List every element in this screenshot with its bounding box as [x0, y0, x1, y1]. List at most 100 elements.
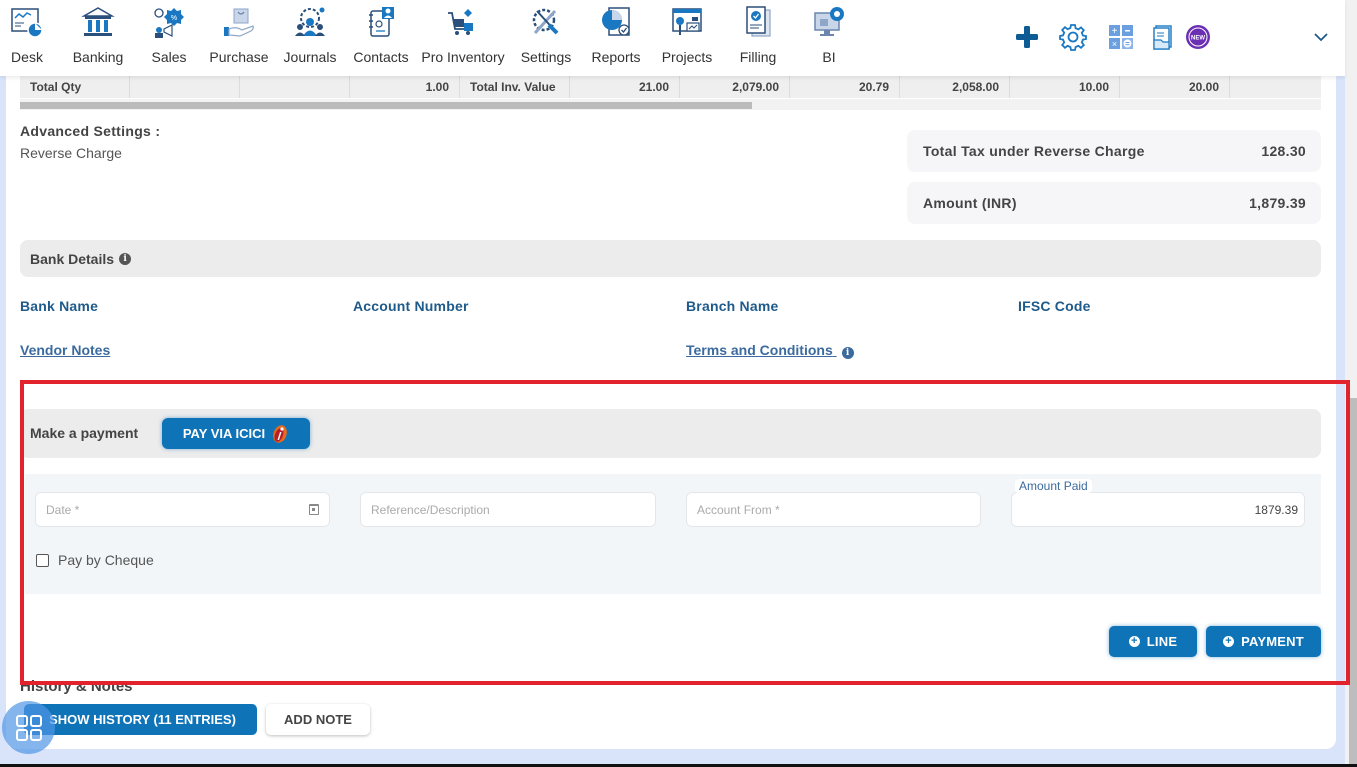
bank-icon [80, 4, 116, 40]
show-history-button[interactable]: SHOW HISTORY (11 ENTRIES) [24, 704, 257, 735]
nav-item-label: Contacts [353, 49, 409, 65]
terms-link-text[interactable]: Terms and Conditions [686, 342, 833, 358]
totals-cell: Total Inv. Value [460, 76, 570, 98]
info-icon[interactable]: i [119, 252, 132, 265]
desk-icon [9, 4, 45, 40]
table-scrollbar-thumb[interactable] [20, 102, 752, 109]
reports-icon [598, 4, 634, 40]
nav-item-label: Sales [151, 49, 187, 65]
icici-logo-icon [273, 424, 288, 443]
vendor-notes-link[interactable]: Vendor Notes [20, 342, 110, 358]
calculator-icon[interactable]: + × [1106, 22, 1136, 52]
vertical-scrollbar-thumb[interactable] [1349, 398, 1357, 767]
gear-icon[interactable] [1058, 22, 1088, 52]
filing-icon [740, 4, 776, 40]
bank-details-header: Bank Details i [20, 240, 1321, 277]
account-number-label: Account Number [353, 298, 469, 314]
calendar-icon[interactable] [309, 504, 319, 515]
nav-item-label: Purchase [209, 49, 269, 65]
nav-item-bi[interactable]: BI [808, 4, 850, 70]
inventory-icon [445, 4, 481, 40]
totals-cell [130, 76, 240, 98]
nav-item-filling[interactable]: Filling [734, 4, 782, 70]
table-horizontal-scrollbar[interactable] [20, 99, 1321, 110]
terms-and-conditions-link: Terms and Conditions i [686, 342, 854, 359]
add-payment-label: PAYMENT [1241, 634, 1304, 649]
svg-text:×: × [1112, 39, 1117, 49]
advanced-settings-value: Reverse Charge [20, 145, 122, 161]
totals-cell: Total Qty [20, 76, 130, 98]
nav-item-desk[interactable]: Desk [6, 4, 48, 70]
svg-text:+: + [1112, 26, 1118, 37]
nav-item-banking[interactable]: Banking [72, 4, 124, 70]
add-payment-button[interactable]: + PAYMENT [1206, 626, 1321, 657]
bank-details-title: Bank Details [30, 250, 115, 267]
totals-cell: 1.00 [350, 76, 460, 98]
nav-item-label: Desk [11, 49, 43, 65]
apps-menu-button[interactable] [2, 701, 55, 754]
new-badge-icon[interactable]: NEW [1183, 22, 1213, 52]
branch-name-label: Branch Name [686, 298, 779, 314]
nav-item-purchase[interactable]: Purchase [209, 4, 269, 70]
make-payment-header: Make a payment PAY VIA ICICI [20, 409, 1321, 458]
nav-item-label: Filling [739, 49, 777, 65]
contacts-icon [363, 4, 399, 40]
total-tax-summary: Total Tax under Reverse Charge 128.30 [907, 130, 1321, 172]
history-notes-title: History & Notes [20, 678, 133, 695]
pay-via-icici-button[interactable]: PAY VIA ICICI [162, 418, 310, 449]
nav-item-label: Settings [520, 49, 572, 65]
pay-via-icici-label: PAY VIA ICICI [182, 426, 266, 441]
amount-paid-label: Amount Paid [1015, 479, 1092, 493]
nav-item-sales[interactable]: % Sales [148, 4, 190, 70]
nav-item-label: Banking [72, 49, 124, 65]
plus-icon[interactable] [1012, 22, 1042, 52]
amount-paid-input[interactable]: 1879.39 [1011, 492, 1305, 527]
date-placeholder: Date * [46, 502, 80, 517]
chevron-down-icon[interactable] [1306, 22, 1336, 52]
total-tax-value: 128.30 [1261, 143, 1306, 159]
totals-cell: 10.00 [1010, 76, 1120, 98]
settings-tools-icon [528, 4, 564, 40]
reference-placeholder: Reference/Description [371, 502, 490, 517]
nav-item-reports[interactable]: Reports [590, 4, 642, 70]
journals-icon [292, 4, 328, 40]
make-payment-title: Make a payment [30, 425, 139, 441]
reference-input[interactable]: Reference/Description [360, 492, 656, 527]
totals-row: Total Qty 1.00 Total Inv. Value 21.00 2,… [20, 76, 1321, 98]
amount-paid-value: 1879.39 [1254, 503, 1298, 517]
pay-by-cheque-label[interactable]: Pay by Cheque [58, 552, 154, 568]
add-note-label: ADD NOTE [284, 712, 352, 727]
nav-item-label: Projects [661, 49, 713, 65]
amount-summary: Amount (INR) 1,879.39 [907, 182, 1321, 224]
totals-cell: 21.00 [570, 76, 680, 98]
nav-item-label: BI [822, 49, 836, 65]
totals-cell: 2,079.00 [680, 76, 790, 98]
nav-item-contacts[interactable]: Contacts [353, 4, 409, 70]
bank-name-label: Bank Name [20, 298, 99, 314]
plus-circle-icon: + [1223, 636, 1235, 647]
account-from-placeholder: Account From * [697, 502, 780, 517]
amount-label: Amount (INR) [923, 195, 1017, 211]
add-note-button[interactable]: ADD NOTE [266, 704, 370, 735]
ifsc-code-label: IFSC Code [1018, 298, 1091, 314]
document-icon[interactable] [1148, 22, 1178, 52]
totals-cell [240, 76, 350, 98]
pay-by-cheque-checkbox[interactable] [36, 554, 49, 567]
show-history-label: SHOW HISTORY (11 ENTRIES) [49, 712, 236, 727]
nav-item-settings[interactable]: Settings [519, 4, 573, 70]
total-tax-label: Total Tax under Reverse Charge [923, 143, 1145, 159]
nav-item-label: Reports [591, 49, 641, 65]
bi-icon [811, 4, 847, 40]
info-icon[interactable]: i [841, 347, 854, 359]
totals-cell [1230, 76, 1321, 98]
sales-icon: % [151, 4, 187, 40]
nav-item-journals[interactable]: Journals [283, 4, 337, 70]
add-line-button[interactable]: + LINE [1109, 626, 1197, 657]
totals-cell: 20.00 [1120, 76, 1230, 98]
nav-item-pro-inventory[interactable]: Pro Inventory [421, 4, 505, 70]
date-input[interactable]: Date * [35, 492, 330, 527]
svg-text:NEW: NEW [1191, 36, 1205, 42]
account-from-input[interactable]: Account From * [686, 492, 981, 527]
svg-text:%: % [171, 15, 177, 22]
nav-item-projects[interactable]: Projects [660, 4, 714, 70]
